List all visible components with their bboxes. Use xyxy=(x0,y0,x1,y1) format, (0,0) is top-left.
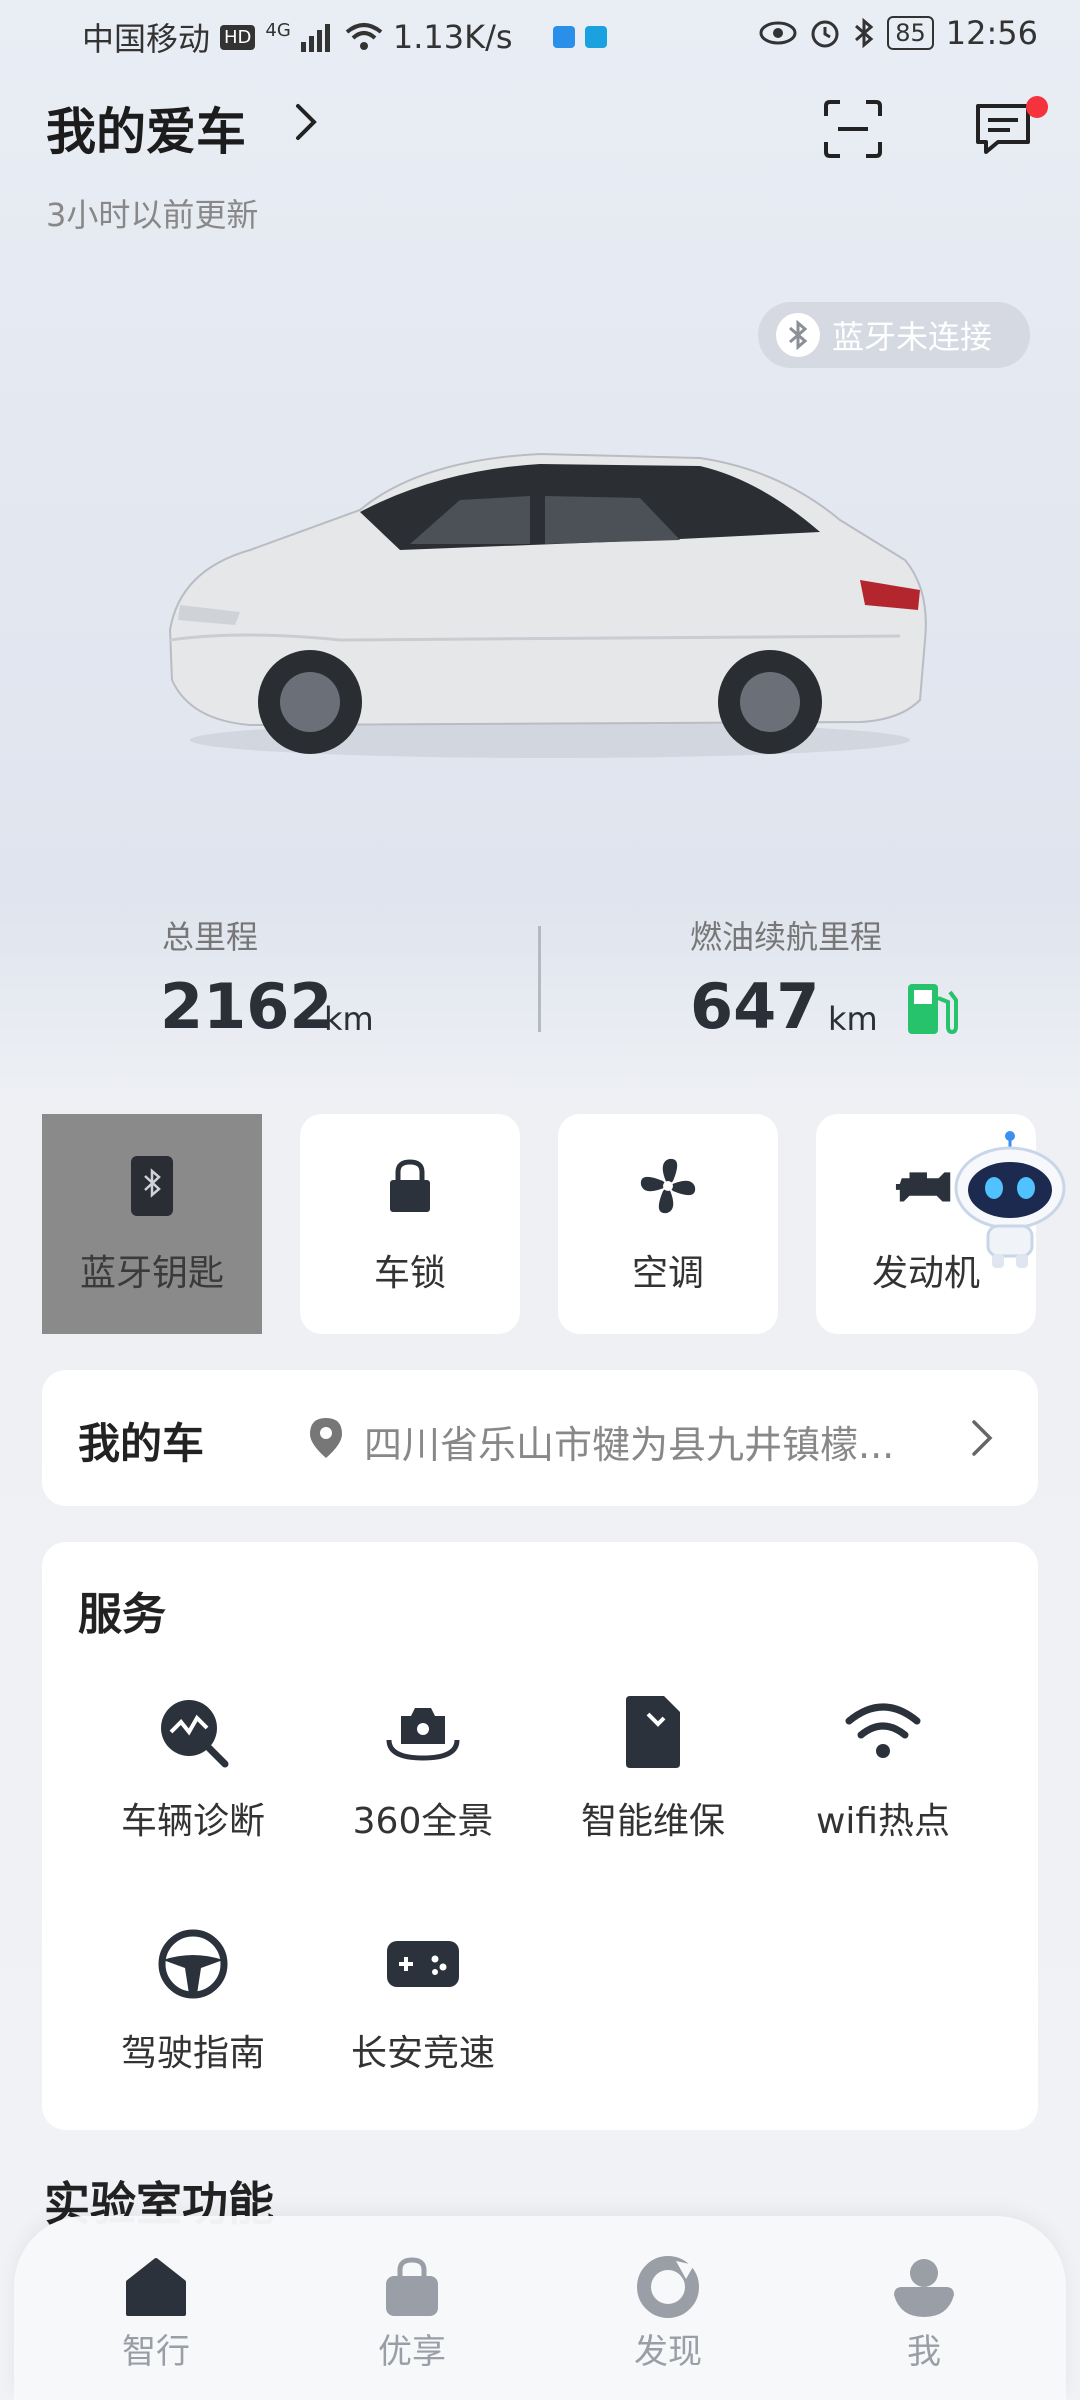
page-title[interactable]: 我的爱车 xyxy=(46,92,246,164)
quick-action-label: 空调 xyxy=(631,1253,704,1294)
scan-icon[interactable] xyxy=(822,98,884,160)
bluetooth-status-icon xyxy=(855,17,874,49)
service-label: 车辆诊断 xyxy=(120,1801,265,1842)
shopping-bag-icon xyxy=(377,2252,447,2322)
network-type: 4G xyxy=(265,19,291,41)
hd-badge: HD xyxy=(220,24,256,50)
message-icon[interactable] xyxy=(972,98,1034,160)
nav-me[interactable]: 我 xyxy=(844,2252,1004,2373)
quick-action-label: 车锁 xyxy=(373,1253,446,1294)
fan-icon xyxy=(636,1154,700,1218)
app-notification-icon xyxy=(552,26,575,48)
signal-icon xyxy=(300,24,330,52)
wifi-icon xyxy=(843,1692,923,1772)
lock-icon xyxy=(378,1154,442,1218)
service-label: 驾驶指南 xyxy=(120,2033,265,2074)
nav-smart-travel[interactable]: 智行 xyxy=(76,2252,236,2373)
service-changan-racing[interactable]: 长安竞速 xyxy=(308,1924,538,2076)
quick-action-bluetooth-key[interactable]: 蓝牙钥匙 xyxy=(42,1114,262,1334)
update-time: 3小时以前更新 xyxy=(46,196,259,234)
nav-label: 智行 xyxy=(122,2332,190,2372)
chevron-right-icon[interactable] xyxy=(286,102,326,142)
bluetooth-icon xyxy=(776,313,820,357)
discover-icon xyxy=(633,2252,703,2322)
profile-icon xyxy=(889,2252,959,2322)
bluetooth-key-icon xyxy=(120,1154,184,1218)
service-360-view[interactable]: 360全景 xyxy=(308,1692,538,1844)
service-smart-maintenance[interactable]: 智能维保 xyxy=(538,1692,768,1844)
alarm-icon xyxy=(811,20,839,48)
fuel-pump-icon xyxy=(908,984,958,1035)
bluetooth-status-pill[interactable]: 蓝牙未连接 xyxy=(758,302,1030,368)
my-car-location-card[interactable]: 我的车 四川省乐山市犍为县九井镇檬... xyxy=(42,1370,1038,1506)
nav-benefits[interactable]: 优享 xyxy=(332,2252,492,2373)
clock: 12:56 xyxy=(945,14,1038,52)
fuel-range-label: 燃油续航里程 xyxy=(690,918,883,956)
service-vehicle-diagnosis[interactable]: 车辆诊断 xyxy=(78,1692,308,1844)
wifi-status-icon xyxy=(345,23,383,50)
nav-label: 我 xyxy=(907,2332,941,2372)
total-mileage-label: 总里程 xyxy=(162,918,259,956)
chevron-right-icon xyxy=(972,1420,993,1456)
notification-dot xyxy=(1026,96,1048,118)
nav-discover[interactable]: 发现 xyxy=(588,2252,748,2373)
status-bar: 中国移动 HD 4G 1.13K/s 85 12:56 xyxy=(0,0,1080,72)
diagnosis-icon xyxy=(153,1692,233,1772)
total-mileage-unit: km xyxy=(324,1000,374,1038)
quick-action-label: 蓝牙钥匙 xyxy=(79,1253,224,1294)
fuel-range-value: 647 xyxy=(690,970,820,1043)
fuel-range-unit: km xyxy=(828,1000,878,1038)
service-label: 长安竞速 xyxy=(350,2033,495,2074)
quick-action-ac[interactable]: 空调 xyxy=(558,1114,778,1334)
total-mileage-value: 2162 xyxy=(160,970,333,1043)
service-driving-guide[interactable]: 驾驶指南 xyxy=(78,1924,308,2076)
home-icon xyxy=(121,2252,191,2322)
quick-action-lock[interactable]: 车锁 xyxy=(300,1114,520,1334)
gamepad-icon xyxy=(383,1924,463,2004)
battery-level: 85 xyxy=(887,16,934,50)
service-label: wifi热点 xyxy=(815,1801,951,1842)
services-card: 服务 车辆诊断 360全景 智能维保 wifi热点 驾驶指南 长安竞速 xyxy=(42,1542,1038,2130)
nav-label: 优享 xyxy=(378,2332,446,2372)
network-speed: 1.13K/s xyxy=(392,18,513,56)
bottom-navigation: 智行 优享 发现 我 xyxy=(14,2216,1066,2400)
carrier-name: 中国移动 xyxy=(82,20,211,58)
steering-wheel-icon xyxy=(153,1924,233,2004)
nav-label: 发现 xyxy=(634,2332,702,2372)
maintenance-icon xyxy=(613,1692,693,1772)
service-label: 智能维保 xyxy=(580,1801,725,1842)
app-notification-icon-2 xyxy=(584,26,607,48)
bluetooth-status-text: 蓝牙未连接 xyxy=(832,318,993,356)
eye-icon xyxy=(759,21,797,45)
stats-divider xyxy=(538,926,541,1032)
camera-360-icon xyxy=(383,1692,463,1772)
car-image xyxy=(168,452,927,758)
location-pin-icon xyxy=(310,1418,342,1458)
robot-assistant-icon[interactable] xyxy=(948,1130,1072,1270)
service-wifi-hotspot[interactable]: wifi热点 xyxy=(768,1692,998,1844)
car-location-address: 四川省乐山市犍为县九井镇檬... xyxy=(364,1423,895,1467)
service-label: 360全景 xyxy=(352,1801,494,1842)
my-car-title: 我的车 xyxy=(78,1419,205,1468)
services-title: 服务 xyxy=(78,1589,166,1640)
